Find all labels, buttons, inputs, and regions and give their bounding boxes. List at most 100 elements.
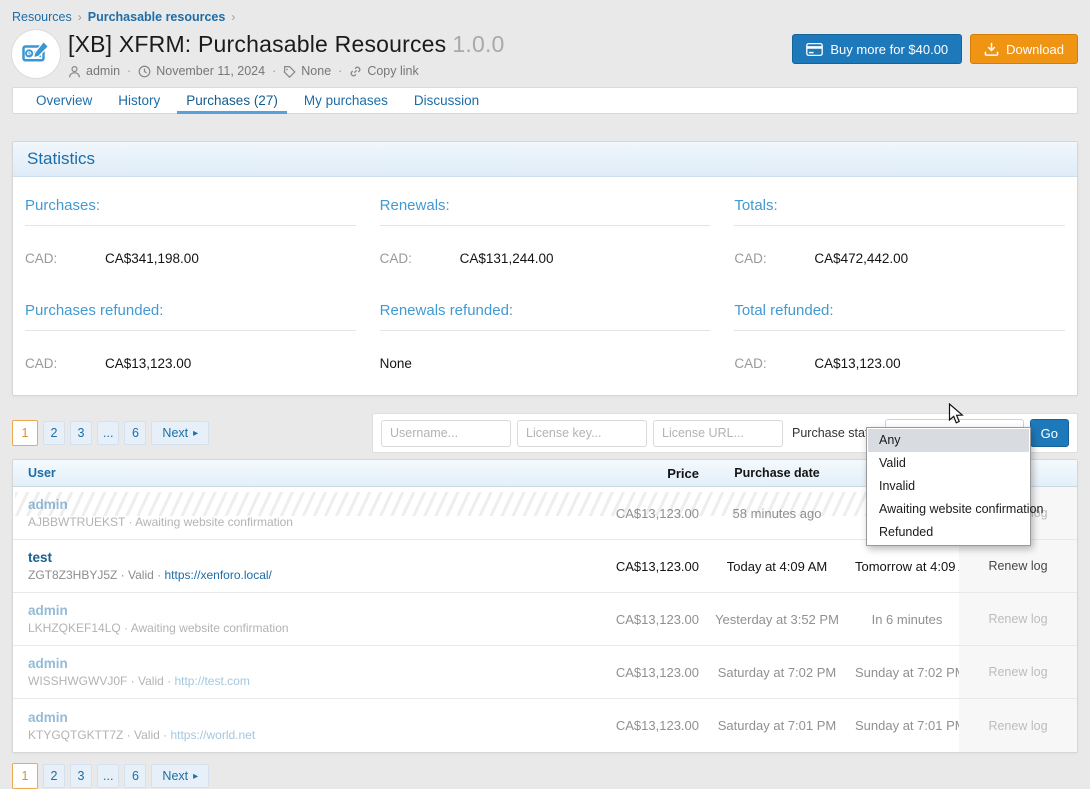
username-input[interactable] <box>381 420 511 447</box>
svg-text:$: $ <box>28 52 32 58</box>
price-cell: CA$13,123.00 <box>609 718 699 733</box>
page-3[interactable]: 3 <box>70 421 92 445</box>
page-2[interactable]: 2 <box>43 764 65 788</box>
resource-version: 1.0.0 <box>452 31 504 57</box>
stat-renewals: Renewals: CAD:CA$131,244.00 <box>380 189 711 266</box>
pagination-bottom: 1 2 3 ... 6 Next▸ <box>12 763 1078 789</box>
credit-card-icon <box>806 43 823 56</box>
tab-bar: Overview History Purchases (27) My purch… <box>12 87 1078 114</box>
expiry-date-cell: In 6 minutes <box>855 612 959 627</box>
license-url-input[interactable] <box>653 420 783 447</box>
tab-discussion[interactable]: Discussion <box>401 88 492 113</box>
page-3[interactable]: 3 <box>70 764 92 788</box>
purchase-date-cell: Saturday at 7:01 PM <box>699 718 855 733</box>
next-label: Next <box>162 769 188 783</box>
stat-value: CA$13,123.00 <box>814 356 900 371</box>
price-cell: CA$13,123.00 <box>609 665 699 680</box>
download-icon <box>984 42 999 56</box>
stat-value: CA$472,442.00 <box>814 251 908 266</box>
resource-date: November 11, 2024 <box>156 64 265 78</box>
license-url-link[interactable]: http://test.com <box>174 674 249 688</box>
renew-log-link[interactable]: Renew log <box>959 699 1077 752</box>
stat-label: Purchases: <box>25 189 356 226</box>
download-button[interactable]: Download <box>970 34 1078 64</box>
resource-tags: None <box>301 64 331 78</box>
resource-author[interactable]: admin <box>86 64 120 78</box>
table-row: admin KTYGQTGKTT7Z · Valid · https://wor… <box>13 699 1077 752</box>
stat-purchases: Purchases: CAD:CA$341,198.00 <box>25 189 356 266</box>
renew-log-link[interactable]: Renew log <box>959 593 1077 645</box>
page-1[interactable]: 1 <box>12 763 38 789</box>
username-link[interactable]: admin <box>28 710 599 725</box>
breadcrumb-purchasable-resources[interactable]: Purchasable resources <box>88 10 226 24</box>
statistics-title: Statistics <box>13 142 1077 177</box>
expiry-date-cell: Sunday at 7:01 PM <box>855 718 959 733</box>
meta-dot: · <box>127 64 131 78</box>
dropdown-option-awaiting[interactable]: Awaiting website confirmation <box>868 498 1029 521</box>
tab-overview[interactable]: Overview <box>23 88 105 113</box>
user-icon <box>68 65 81 78</box>
stat-label: Renewals refunded: <box>380 294 711 331</box>
dropdown-option-invalid[interactable]: Invalid <box>868 475 1029 498</box>
stat-currency: CAD: <box>734 356 814 371</box>
stat-value: None <box>380 356 412 371</box>
page-1[interactable]: 1 <box>12 420 38 446</box>
resource-header: $ [XB] XFRM: Purchasable Resources1.0.0 … <box>12 30 1078 78</box>
username-link[interactable]: admin <box>28 497 599 512</box>
tag-icon <box>283 65 296 78</box>
next-page-button[interactable]: Next▸ <box>151 764 209 788</box>
license-url-link[interactable]: https://xenforo.local/ <box>164 568 271 582</box>
price-cell: CA$13,123.00 <box>609 506 699 521</box>
username-link[interactable]: test <box>28 550 599 565</box>
page-ellipsis[interactable]: ... <box>97 421 119 445</box>
tab-my-purchases[interactable]: My purchases <box>291 88 401 113</box>
statistics-grid: Purchases: CAD:CA$341,198.00 Renewals: C… <box>13 177 1077 395</box>
stat-value: CA$13,123.00 <box>105 356 191 371</box>
license-detail: ZGT8Z3HBYJ5Z · Valid · <box>28 568 164 582</box>
tab-history[interactable]: History <box>105 88 173 113</box>
license-detail: AJBBWTRUEKST · Awaiting website confirma… <box>28 515 293 529</box>
purchase-date-cell: 58 minutes ago <box>699 506 855 521</box>
column-header-purchase-date[interactable]: Purchase date <box>699 466 855 480</box>
table-row: admin LKHZQKEF14LQ · Awaiting website co… <box>13 593 1077 646</box>
page-2[interactable]: 2 <box>43 421 65 445</box>
breadcrumb-separator: › <box>231 10 235 24</box>
stat-value: CA$341,198.00 <box>105 251 199 266</box>
stat-label: Total refunded: <box>734 294 1065 331</box>
expiry-date-cell: Tomorrow at 4:09 AM <box>855 559 959 574</box>
renew-log-link[interactable]: Renew log <box>959 646 1077 698</box>
column-header-price[interactable]: Price <box>609 466 699 481</box>
purchase-date-cell: Saturday at 7:02 PM <box>699 665 855 680</box>
breadcrumb-separator: › <box>78 10 82 24</box>
username-link[interactable]: admin <box>28 603 599 618</box>
dropdown-option-refunded[interactable]: Refunded <box>868 521 1029 544</box>
column-header-user[interactable]: User <box>13 458 609 488</box>
copy-link[interactable]: Copy link <box>367 64 418 78</box>
money-check-pen-icon: $ <box>21 39 51 69</box>
statistics-block: Statistics Purchases: CAD:CA$341,198.00 … <box>12 141 1078 396</box>
license-detail: WISSHWGWVJ0F · Valid · <box>28 674 174 688</box>
dropdown-option-valid[interactable]: Valid <box>868 452 1029 475</box>
go-button[interactable]: Go <box>1030 419 1069 447</box>
stat-purchases-refunded: Purchases refunded: CAD:CA$13,123.00 <box>25 294 356 371</box>
chevron-right-icon: ▸ <box>193 428 198 439</box>
dropdown-option-any[interactable]: Any <box>868 429 1029 452</box>
tab-purchases[interactable]: Purchases (27) <box>173 88 291 113</box>
page-6[interactable]: 6 <box>124 764 146 788</box>
stat-label: Totals: <box>734 189 1065 226</box>
username-link[interactable]: admin <box>28 656 599 671</box>
renew-log-link[interactable]: Renew log <box>959 540 1077 592</box>
stat-currency: CAD: <box>25 251 105 266</box>
table-row: test ZGT8Z3HBYJ5Z · Valid · https://xenf… <box>13 540 1077 593</box>
breadcrumb-resources[interactable]: Resources <box>12 10 72 24</box>
stat-total-refunded: Total refunded: CAD:CA$13,123.00 <box>734 294 1065 371</box>
next-page-button[interactable]: Next▸ <box>151 421 209 445</box>
page-6[interactable]: 6 <box>124 421 146 445</box>
buy-more-button[interactable]: Buy more for $40.00 <box>792 34 962 64</box>
stat-currency: CAD: <box>380 251 460 266</box>
license-key-input[interactable] <box>517 420 647 447</box>
page-ellipsis[interactable]: ... <box>97 764 119 788</box>
license-url-link[interactable]: https://world.net <box>170 728 255 742</box>
buy-more-label: Buy more for $40.00 <box>830 42 948 57</box>
license-detail: LKHZQKEF14LQ · Awaiting website confirma… <box>28 621 289 635</box>
